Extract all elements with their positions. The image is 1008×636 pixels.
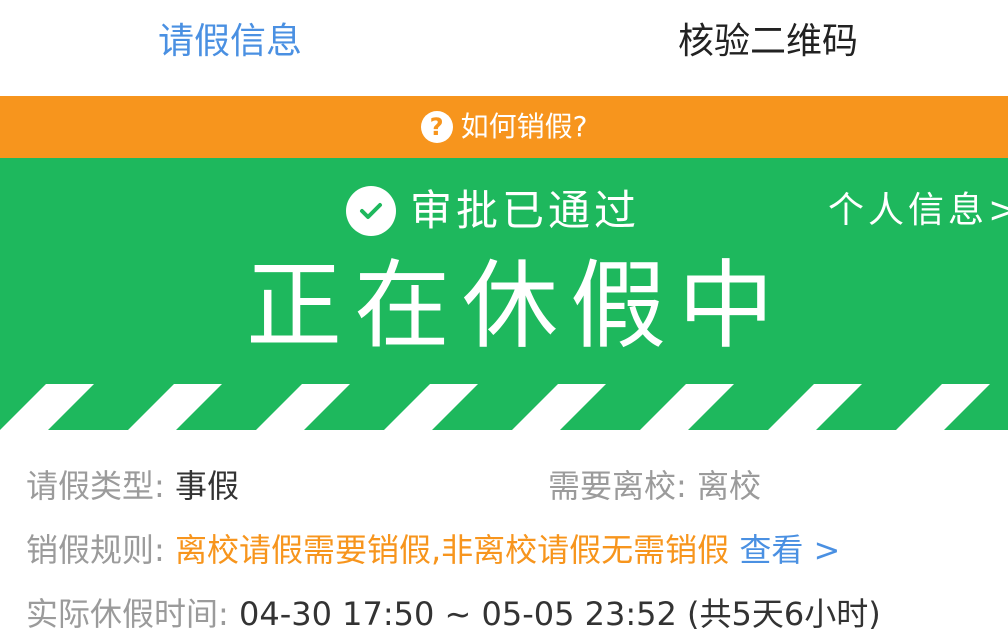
leave-school-row: 需要离校: 离校 bbox=[548, 464, 761, 508]
on-leave-status-title: 正在休假中 bbox=[246, 250, 786, 362]
personal-info-link[interactable]: 个人信息> bbox=[828, 188, 1008, 234]
leave-type-value: 事假 bbox=[174, 467, 239, 505]
check-circle-icon bbox=[346, 186, 396, 236]
leave-details: 请假类型: 事假 需要离校: 离校 销假规则: 离校请假需要销假,非离校请假无需… bbox=[0, 430, 1008, 633]
leave-school-label: 需要离校: bbox=[548, 467, 687, 505]
tab-leave-info[interactable]: 请假信息 bbox=[158, 18, 302, 66]
tab-bar: 请假信息 核验二维码 bbox=[0, 0, 1008, 96]
how-to-cancel-leave-text: 如何销假? bbox=[460, 110, 588, 143]
leave-school-value: 离校 bbox=[696, 467, 761, 505]
leave-status-panel: 审批已通过 个人信息> 正在休假中 bbox=[0, 158, 1008, 384]
leave-type-row: 请假类型: 事假 bbox=[26, 464, 239, 508]
leave-type-label: 请假类型: bbox=[26, 467, 165, 505]
cancel-rule-text: 离校请假需要销假,非离校请假无需销假 bbox=[174, 531, 730, 569]
actual-leave-time-row: 实际休假时间: 04-30 17:50 ~ 05-05 23:52 (共5天6小… bbox=[26, 592, 881, 636]
cancel-rule-row: 销假规则: 离校请假需要销假,非离校请假无需销假 查看 > bbox=[26, 528, 840, 572]
approval-status-text: 审批已通过 bbox=[410, 186, 641, 235]
status-stripe-divider bbox=[0, 384, 1008, 430]
approval-status: 审批已通过 bbox=[346, 186, 640, 236]
actual-leave-time-value: 04-30 17:50 ~ 05-05 23:52 (共5天6小时) bbox=[238, 595, 881, 633]
tab-verify-qr-code[interactable]: 核验二维码 bbox=[678, 18, 858, 66]
cancel-rule-label: 销假规则: bbox=[26, 531, 165, 569]
view-rule-link[interactable]: 查看 > bbox=[739, 531, 840, 569]
actual-leave-time-label: 实际休假时间: bbox=[26, 595, 229, 633]
question-circle-icon: ? bbox=[420, 111, 453, 143]
how-to-cancel-leave-bar[interactable]: ? 如何销假? bbox=[0, 96, 1008, 158]
